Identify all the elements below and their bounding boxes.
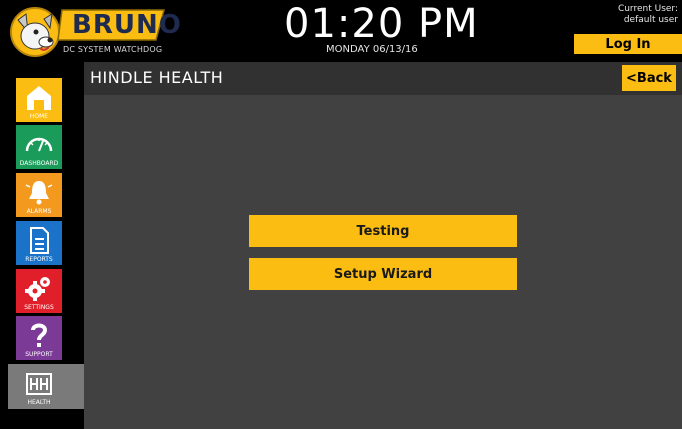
current-user: Current User: default user	[568, 4, 678, 26]
sidebar-item-support[interactable]: SUPPORT	[16, 316, 62, 360]
question-icon	[31, 323, 48, 347]
sidebar-item-label: HEALTH	[27, 399, 51, 406]
bell-icon	[25, 181, 53, 205]
sidebar: HOME DASHBOARD ALARMS REPORTS SETTINGS S…	[0, 62, 84, 429]
current-user-name: default user	[623, 15, 678, 25]
top-header: BRUNO DC SYSTEM WATCHDOG 01:20 PM MONDAY…	[0, 0, 682, 62]
sidebar-item-label: SETTINGS	[24, 304, 54, 311]
home-icon	[27, 86, 51, 110]
sidebar-item-dashboard[interactable]: DASHBOARD	[16, 125, 62, 169]
gauge-icon	[25, 137, 53, 152]
login-button[interactable]: Log In	[574, 34, 682, 54]
sidebar-item-health[interactable]: HEALTH	[16, 364, 62, 408]
sidebar-item-alarms[interactable]: ALARMS	[16, 173, 62, 217]
sidebar-item-settings[interactable]: SETTINGS	[16, 269, 62, 313]
title-bar: HINDLE HEALTH <Back	[84, 62, 682, 95]
sidebar-item-label: REPORTS	[25, 256, 53, 263]
health-icon	[26, 373, 52, 395]
testing-button[interactable]: Testing	[249, 215, 517, 247]
clock-time: 01:20 PM	[284, 1, 479, 47]
sidebar-item-reports[interactable]: REPORTS	[16, 221, 62, 265]
sidebar-item-label: DASHBOARD	[19, 160, 59, 167]
document-icon	[30, 227, 49, 254]
brand-name: BRUNO	[72, 10, 182, 40]
page-title: HINDLE HEALTH	[90, 68, 224, 87]
clock-date: MONDAY 06/13/16	[326, 44, 418, 55]
sidebar-item-home[interactable]: HOME	[16, 78, 62, 122]
back-button[interactable]: <Back	[622, 65, 676, 91]
gears-icon	[25, 277, 50, 301]
sidebar-item-label: SUPPORT	[25, 351, 53, 358]
setup-wizard-button[interactable]: Setup Wizard	[249, 258, 517, 290]
main-panel: HINDLE HEALTH <Back Testing Setup Wizard	[84, 62, 682, 429]
sidebar-item-label: HOME	[29, 113, 49, 120]
brand-subtitle: DC SYSTEM WATCHDOG	[63, 45, 163, 54]
sidebar-item-label: ALARMS	[26, 208, 52, 215]
current-user-label: Current User:	[617, 4, 678, 14]
